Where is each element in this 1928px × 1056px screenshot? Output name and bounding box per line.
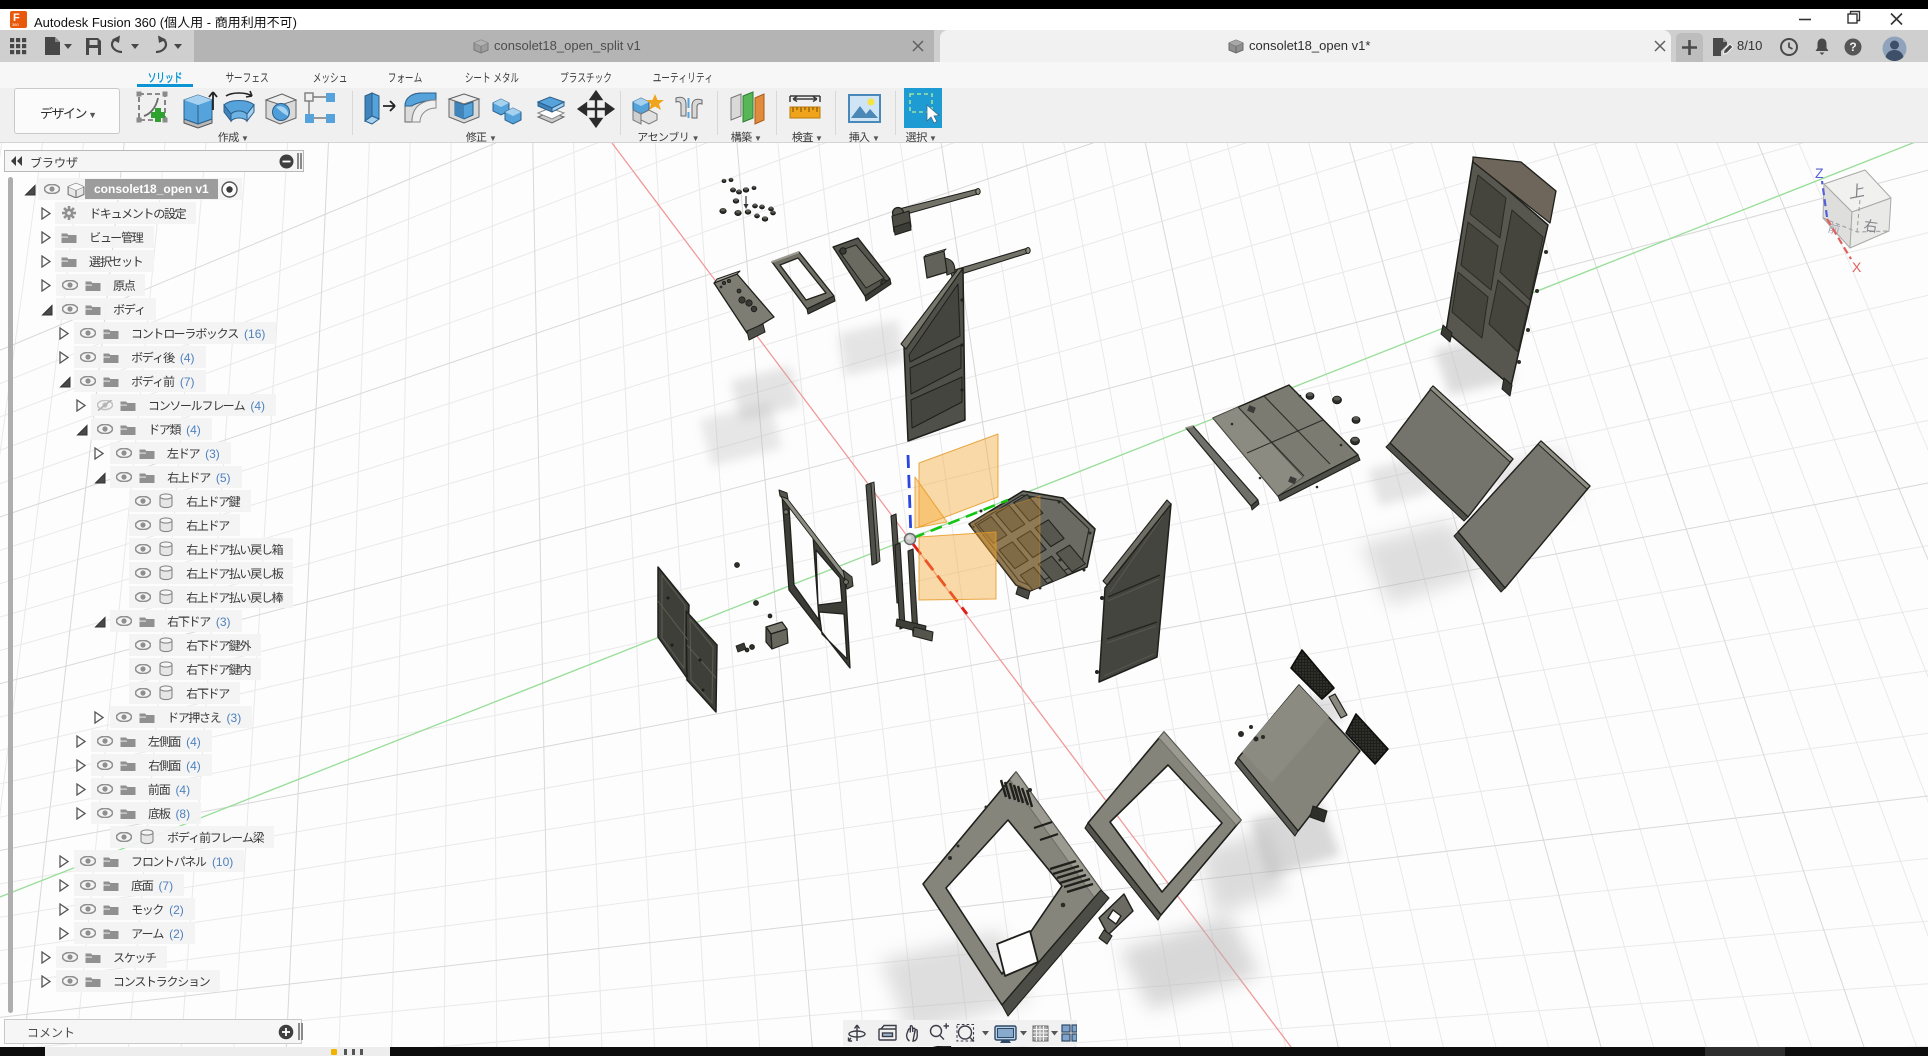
- svg-text:X: X: [1852, 259, 1862, 275]
- svg-text:右: 右: [1862, 215, 1879, 237]
- svg-text:上: 上: [1849, 176, 1866, 203]
- svg-text:?: ?: [1849, 40, 1856, 54]
- svg-text:Z: Z: [1815, 165, 1824, 181]
